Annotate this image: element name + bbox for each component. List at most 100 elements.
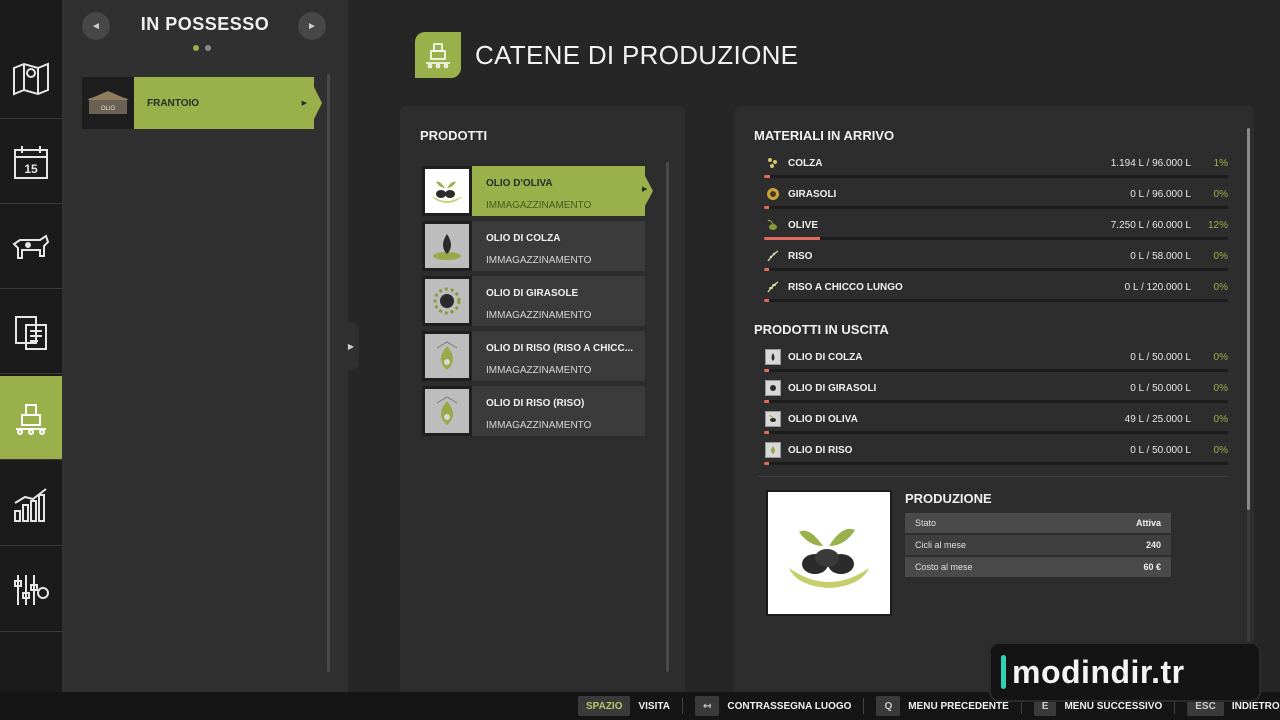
owned-scrollbar[interactable]	[327, 74, 330, 672]
hint-visit[interactable]: SPAZIO VISITA	[578, 696, 670, 716]
rail-item-map[interactable]	[0, 35, 62, 119]
rail-item-animals[interactable]	[0, 205, 62, 289]
outgoing-heading: PRODOTTI IN USCITA	[754, 322, 889, 337]
incoming-row: OLIVE 7.250 L / 60.000 L 12%	[762, 217, 1228, 241]
settings-sliders-icon	[14, 574, 49, 605]
hint-label: INDIETRO	[1231, 700, 1280, 712]
sunflower-oil-icon	[425, 279, 469, 323]
canola-icon	[765, 155, 781, 171]
material-bar-fill	[764, 299, 769, 302]
section-divider	[758, 476, 1228, 477]
hint-label: CONTRASSEGNA LUOGO	[727, 700, 852, 712]
material-bar	[764, 237, 1228, 240]
product-item[interactable]: OLIO D'OLIVA IMMAGAZZINAMENTO	[422, 166, 645, 216]
incoming-row: RISO 0 L / 58.000 L 0%	[762, 248, 1228, 272]
owned-item-pointer	[314, 87, 322, 119]
material-name: RISO	[788, 251, 813, 262]
outgoing-row: OLIO DI GIRASOLI 0 L / 50.000 L 0%	[762, 380, 1228, 404]
key-space: SPAZIO	[578, 696, 631, 716]
next-page-button[interactable]: ►	[298, 12, 326, 40]
page-dots	[193, 45, 211, 51]
material-bar-fill	[764, 237, 820, 240]
owned-item-label: FRANTOIO	[147, 97, 200, 109]
material-name: OLIVE	[788, 220, 819, 231]
products-panel: PRODOTTI OLIO D'OLIVA IMMAGAZZINAMENTO ▶…	[400, 106, 685, 696]
products-heading: PRODOTTI	[420, 128, 488, 143]
product-out-amount: 0 L / 50.000 L	[1130, 352, 1191, 363]
product-out-bar-fill	[764, 400, 769, 403]
building-icon: OLIO	[87, 91, 129, 114]
owned-item-frantoio[interactable]: OLIO FRANTOIO ▶	[82, 77, 314, 129]
production-heading: PRODUZIONE	[905, 491, 992, 506]
collapse-panel-button[interactable]: ▶	[343, 322, 359, 370]
rice-icon	[765, 248, 781, 264]
rice-oil-icon	[765, 442, 781, 458]
production-stat-row: Costo al mese 60 €	[905, 557, 1171, 577]
hint-mark-location[interactable]: ↤ CONTRASSEGNA LUOGO	[694, 696, 852, 716]
production-stat-row: Stato Attiva	[905, 513, 1171, 533]
rail-item-production[interactable]	[0, 376, 62, 460]
caret-right-icon: ▶	[347, 341, 355, 351]
product-item[interactable]: OLIO DI COLZA IMMAGAZZINAMENTO	[422, 221, 645, 271]
material-bar-fill	[764, 175, 770, 178]
material-name: RISO A CHICCO LUNGO	[788, 282, 903, 293]
product-status: IMMAGAZZINAMENTO	[486, 255, 592, 266]
material-percent: 12%	[1207, 220, 1228, 231]
product-status: IMMAGAZZINAMENTO	[486, 420, 592, 431]
product-out-bar-fill	[764, 369, 769, 372]
rice-oil-icon	[425, 389, 469, 433]
product-out-name: OLIO DI OLIVA	[788, 414, 858, 425]
olive-icon	[765, 217, 781, 233]
product-out-percent: 0%	[1213, 414, 1228, 425]
production-chain-icon	[16, 403, 46, 435]
product-name: OLIO DI COLZA	[486, 233, 561, 244]
material-bar	[764, 175, 1228, 178]
product-item[interactable]: OLIO DI RISO (RISO) IMMAGAZZINAMENTO	[422, 386, 645, 436]
stat-value: 60 €	[1143, 562, 1161, 572]
sunflower-oil-icon	[765, 380, 781, 396]
stat-key: Cicli al mese	[915, 540, 967, 550]
material-amount: 0 L / 96.000 L	[1130, 189, 1191, 200]
outgoing-row: OLIO DI RISO 0 L / 50.000 L 0%	[762, 442, 1228, 466]
product-out-percent: 0%	[1213, 352, 1228, 363]
olive-oil-icon	[765, 411, 781, 427]
stat-value: Attiva	[1135, 518, 1161, 528]
materials-scrollbar-thumb[interactable]	[1247, 128, 1250, 510]
product-status: IMMAGAZZINAMENTO	[486, 310, 592, 321]
watermark-bar	[1001, 655, 1006, 689]
long-grain-rice-icon	[765, 279, 781, 295]
olive-oil-icon	[789, 528, 869, 588]
hint-label: VISITA	[638, 700, 670, 712]
product-name: OLIO DI RISO (RISO A CHICC...	[486, 343, 634, 354]
material-bar	[764, 206, 1228, 209]
page-title: CATENE DI PRODUZIONE	[475, 40, 799, 70]
main-menu-rail: 15	[0, 0, 62, 692]
material-amount: 0 L / 120.000 L	[1124, 282, 1191, 293]
rail-item-settings[interactable]	[0, 548, 62, 632]
incoming-row: COLZA 1.194 L / 96.000 L 1%	[762, 155, 1228, 179]
product-out-name: OLIO DI COLZA	[788, 352, 863, 363]
rail-item-calendar[interactable]: 15	[0, 120, 62, 204]
key-q: Q	[876, 696, 901, 716]
rail-item-statistics[interactable]	[0, 462, 62, 546]
material-bar	[764, 268, 1228, 271]
product-name: OLIO DI GIRASOLE	[486, 288, 579, 299]
rail-item-contracts[interactable]	[0, 290, 62, 374]
calendar-day: 15	[24, 162, 38, 176]
product-item[interactable]: OLIO DI RISO (RISO A CHICC... IMMAGAZZIN…	[422, 331, 645, 381]
stat-key: Costo al mese	[915, 562, 973, 572]
page-dot-1[interactable]	[193, 45, 199, 51]
outgoing-row: OLIO DI COLZA 0 L / 50.000 L 0%	[762, 349, 1228, 373]
page-icon	[415, 32, 461, 78]
product-item[interactable]: OLIO DI GIRASOLE IMMAGAZZINAMENTO	[422, 276, 645, 326]
page-dot-2[interactable]	[205, 45, 211, 51]
material-percent: 0%	[1213, 189, 1228, 200]
products-scrollbar[interactable]	[666, 162, 669, 672]
material-percent: 0%	[1213, 282, 1228, 293]
product-out-bar	[764, 400, 1228, 403]
statistics-icon	[14, 487, 47, 522]
hint-prev-menu[interactable]: Q MENU PRECEDENTE	[876, 696, 1009, 716]
product-name: OLIO DI RISO (RISO)	[486, 398, 585, 409]
material-percent: 1%	[1213, 158, 1228, 169]
material-bar-fill	[764, 206, 769, 209]
